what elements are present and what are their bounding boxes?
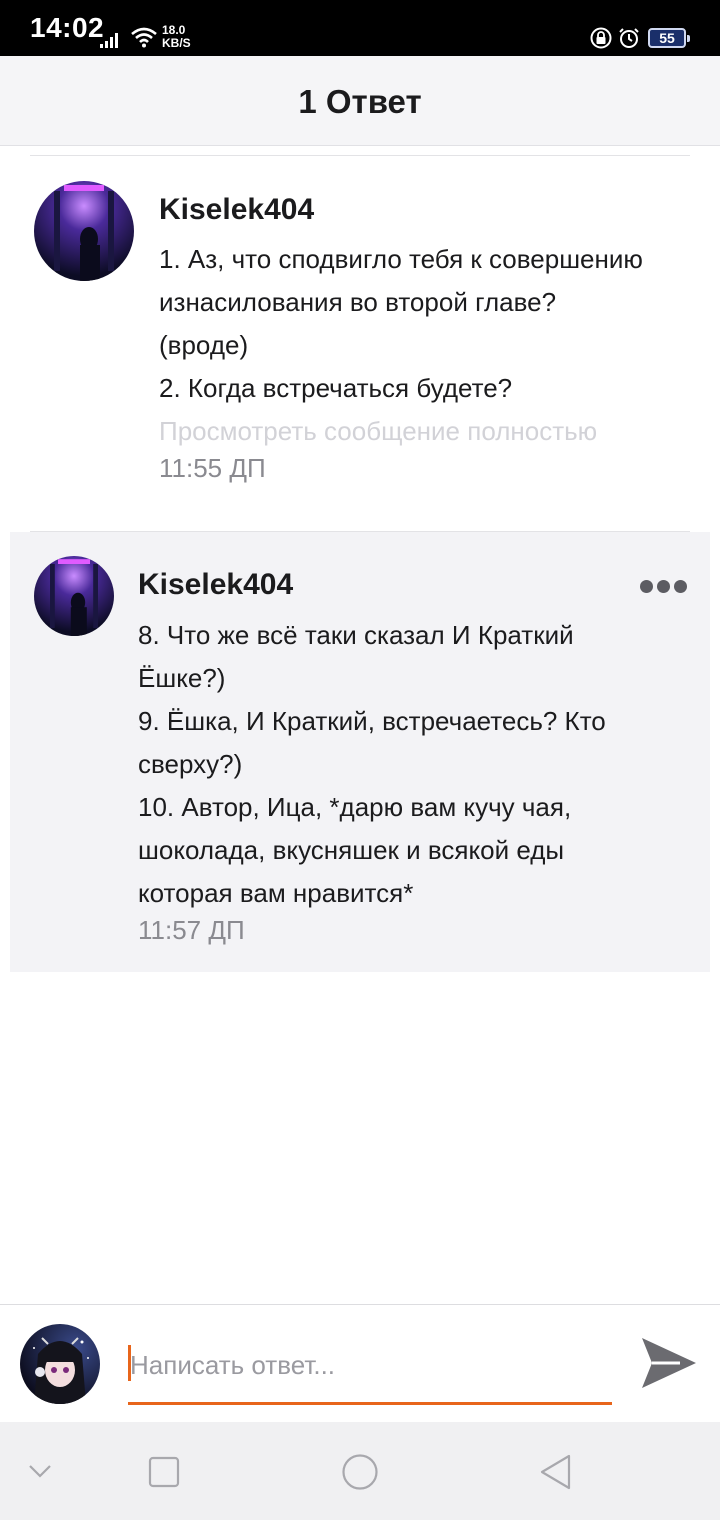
nav-collapse-icon[interactable] (28, 1464, 52, 1478)
comment-line: Ёшке?) (138, 663, 226, 693)
status-time: 14:02 (30, 12, 105, 43)
parent-comment-text: 1. Аз, что сподвигло тебя к совершению и… (159, 238, 643, 410)
nav-back-icon[interactable] (538, 1453, 572, 1491)
alarm-icon (619, 28, 639, 48)
input-underline (128, 1402, 612, 1405)
my-avatar[interactable] (20, 1324, 100, 1404)
comment-line: 1. Аз, что сподвигло тебя к совершению (159, 244, 643, 274)
signal-icon (100, 33, 118, 48)
parent-comment-avatar[interactable] (34, 181, 134, 281)
status-bar: 14:02 18.0 KB/S 55 (0, 0, 720, 56)
nav-recents-icon[interactable] (148, 1456, 180, 1488)
comment-line: 8. Что же всё таки сказал И Краткий (138, 620, 574, 650)
rotation-lock-icon (590, 27, 612, 49)
reply-time: 11:57 ДП (138, 915, 245, 945)
text-caret (128, 1345, 131, 1381)
nav-home-icon[interactable] (341, 1453, 379, 1491)
comment-line: 9. Ёшка, И Краткий, встречаетесь? Кто (138, 706, 606, 736)
view-full-message-link[interactable]: Просмотреть сообщение полностью (159, 416, 597, 447)
comment-line: которая вам нравится* (138, 878, 414, 908)
comment-line: изнасилования во второй главе? (159, 287, 557, 317)
network-speed-unit: KB/S (162, 36, 191, 50)
comment-line: сверху?) (138, 749, 243, 779)
more-options-button[interactable] (640, 578, 688, 596)
reply-text: 8. Что же всё таки сказал И Краткий Ёшке… (138, 614, 606, 915)
more-dots-icon (640, 580, 653, 593)
avatar-image (34, 556, 114, 636)
wifi-icon (131, 27, 157, 48)
network-speed: 18.0 KB/S (162, 24, 191, 50)
more-dots-icon (674, 580, 687, 593)
comment-line: 10. Автор, Ица, *дарю вам кучу чая, (138, 792, 572, 822)
comment-line: шоколада, вкусняшек и всякой еды (138, 835, 565, 865)
reply-avatar[interactable] (34, 556, 114, 636)
reply-input[interactable] (128, 1340, 612, 1390)
more-dots-icon (657, 580, 670, 593)
app-header: 1 Ответ (0, 56, 720, 146)
avatar-image (34, 181, 134, 281)
reply-username[interactable]: Kiselek404 (138, 568, 293, 602)
battery-indicator: 55 (648, 28, 690, 48)
avatar-image (20, 1324, 100, 1404)
comment-line: (вроде) (159, 330, 249, 360)
parent-comment-username[interactable]: Kiselek404 (159, 193, 314, 227)
parent-comment-time: 11:55 ДП (159, 453, 266, 483)
screen: 14:02 18.0 KB/S 55 1 Ответ Kiselek404 1.… (0, 0, 720, 1520)
send-icon[interactable] (640, 1334, 698, 1392)
system-nav-bar (0, 1422, 720, 1520)
page-title: 1 Ответ (298, 83, 422, 120)
comment-line: 2. Когда встречаться будете? (159, 373, 513, 403)
